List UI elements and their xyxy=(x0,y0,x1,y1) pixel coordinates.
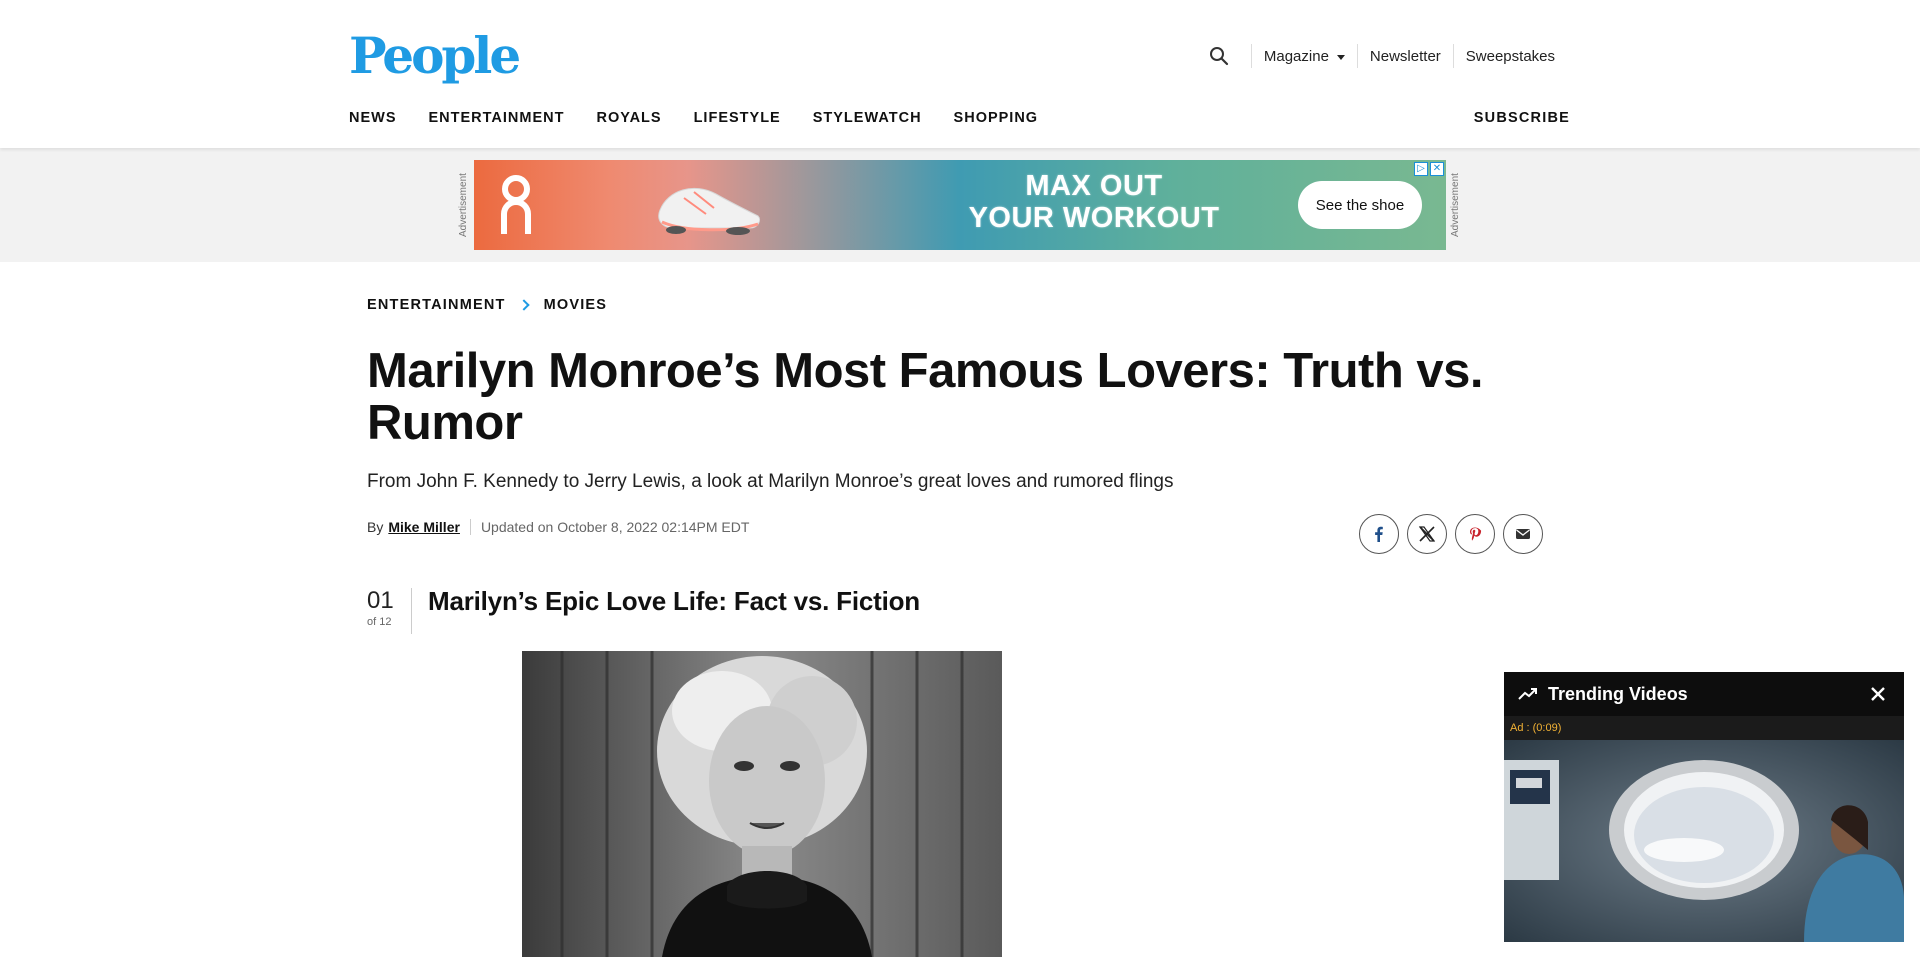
divider xyxy=(411,588,412,634)
slide-counter: 01 of 12 xyxy=(367,586,413,628)
nav-entertainment[interactable]: ENTERTAINMENT xyxy=(429,110,565,126)
adchoices[interactable]: ▷ ✕ xyxy=(1414,162,1444,176)
video-frame[interactable] xyxy=(1504,740,1904,942)
nav-royals[interactable]: ROYALS xyxy=(596,110,661,126)
divider xyxy=(1250,44,1252,68)
divider xyxy=(1452,44,1454,68)
article-dek: From John F. Kennedy to Jerry Lewis, a l… xyxy=(367,471,1174,492)
slide-total: of 12 xyxy=(367,616,392,628)
email-icon[interactable] xyxy=(1503,514,1543,554)
see-the-shoe-button[interactable]: See the shoe xyxy=(1298,181,1422,229)
slide-title: Marilyn’s Epic Love Life: Fact vs. Ficti… xyxy=(428,586,920,616)
x-icon[interactable] xyxy=(1407,514,1447,554)
byline: By Mike Miller Updated on October 8, 202… xyxy=(367,519,749,535)
ad-label-left: Advertisement xyxy=(458,173,469,237)
nav-news[interactable]: NEWS xyxy=(349,110,397,126)
magazine-label: Magazine xyxy=(1263,47,1329,65)
breadcrumb-entertainment[interactable]: ENTERTAINMENT xyxy=(367,297,506,313)
slide-number: 01 xyxy=(367,587,394,614)
magazine-dropdown[interactable]: Magazine xyxy=(1264,48,1345,65)
trending-videos-player: Trending Videos Ad : (0:09) xyxy=(1504,672,1904,942)
chevron-right-icon xyxy=(517,299,530,311)
facebook-icon[interactable] xyxy=(1359,514,1399,554)
people-logo[interactable]: People xyxy=(349,28,521,84)
newsletter-link[interactable]: Newsletter xyxy=(1370,48,1441,65)
breadcrumb-movies[interactable]: MOVIES xyxy=(544,297,608,313)
shoe-image xyxy=(658,187,761,235)
site-header: People Magazine Newsletter Sweepstakes N… xyxy=(0,0,1920,148)
sweepstakes-link[interactable]: Sweepstakes xyxy=(1466,48,1555,65)
nav-shopping[interactable]: SHOPPING xyxy=(954,110,1039,126)
adchoices-icon[interactable]: ▷ xyxy=(1414,162,1428,176)
on-brand-logo-icon xyxy=(501,175,531,234)
main-nav: NEWS ENTERTAINMENT ROYALS LIFESTYLE STYL… xyxy=(349,110,1038,126)
trending-arrow-icon xyxy=(1518,688,1537,700)
caret-down-icon xyxy=(1336,54,1345,60)
article-title: Marilyn Monroe’s Most Famous Lovers: Tru… xyxy=(367,344,1484,450)
ad-label-right: Advertisement xyxy=(1450,173,1461,237)
divider xyxy=(469,519,471,535)
ad-headline-line2: YOUR WORKOUT xyxy=(968,202,1220,234)
nav-lifestyle[interactable]: LIFESTYLE xyxy=(694,110,781,126)
trending-header: Trending Videos xyxy=(1504,672,1904,716)
divider xyxy=(1356,44,1358,68)
trending-title: Trending Videos xyxy=(1548,683,1688,704)
ad-banner[interactable]: MAX OUT YOUR WORKOUT See the shoe ▷ ✕ xyxy=(474,160,1446,250)
utility-nav: Magazine Newsletter Sweepstakes xyxy=(1199,42,1555,70)
author-link[interactable]: Mike Miller xyxy=(388,519,460,535)
nav-stylewatch[interactable]: STYLEWATCH xyxy=(813,110,922,126)
ad-headline: MAX OUT YOUR WORKOUT xyxy=(954,170,1234,234)
breadcrumb: ENTERTAINMENT MOVIES xyxy=(367,297,607,313)
social-share xyxy=(1359,514,1543,554)
ad-timer: Ad : (0:09) xyxy=(1504,716,1904,740)
updated-date: Updated on October 8, 2022 02:14PM EDT xyxy=(480,519,750,535)
byline-by: By xyxy=(367,519,384,535)
ad-headline-line1: MAX OUT xyxy=(1025,170,1163,202)
close-ad-icon[interactable]: ✕ xyxy=(1430,162,1444,176)
subscribe-link[interactable]: SUBSCRIBE xyxy=(1474,110,1570,126)
search-icon[interactable] xyxy=(1199,42,1239,70)
pinterest-icon[interactable] xyxy=(1455,514,1495,554)
marilyn-monroe-photo xyxy=(522,651,1002,957)
close-icon[interactable] xyxy=(1866,682,1890,706)
